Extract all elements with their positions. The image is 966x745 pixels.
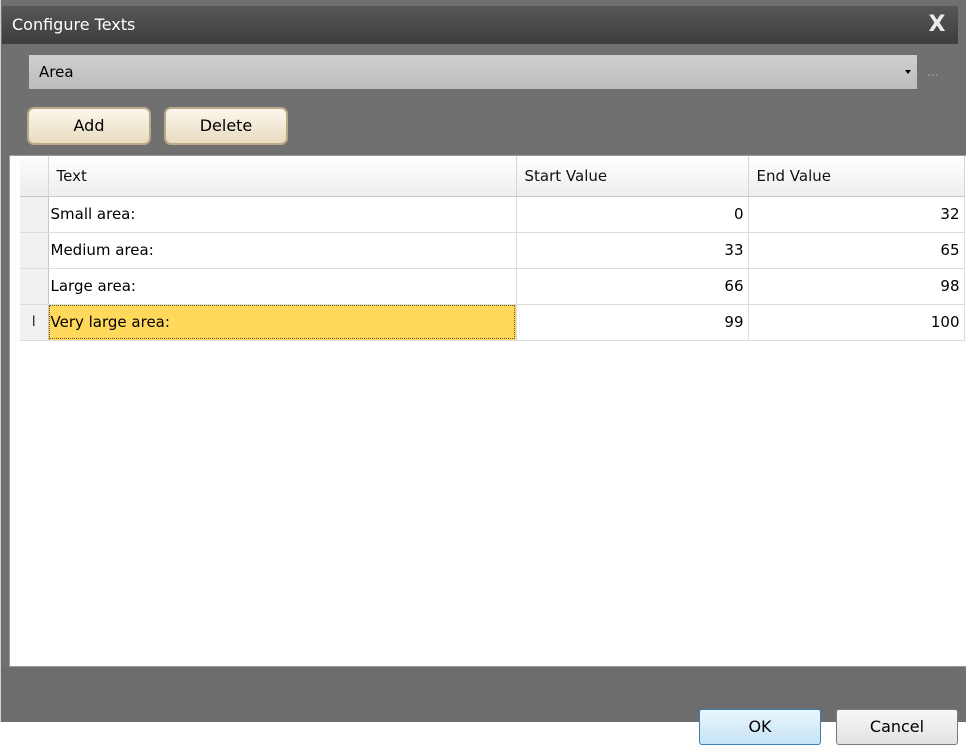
chevron-down-icon[interactable]	[905, 70, 911, 74]
texts-table: Text Start Value End Value Small area: 0…	[20, 156, 965, 341]
header-row: Text Start Value End Value	[20, 156, 965, 197]
row-indicator[interactable]	[20, 196, 49, 233]
row-indicator[interactable]	[20, 268, 49, 305]
add-button[interactable]: Add	[27, 107, 151, 145]
text-cell[interactable]: Medium area:	[48, 232, 517, 269]
start-value-cell[interactable]: 99	[516, 304, 749, 341]
row-indicator-header	[20, 156, 49, 197]
column-header-end-value[interactable]: End Value	[748, 156, 965, 197]
table-row[interactable]: Medium area: 33 65	[20, 232, 965, 269]
end-value-cell[interactable]: 98	[748, 268, 965, 305]
edit-cursor-icon[interactable]: I	[20, 304, 49, 341]
title-bar[interactable]: Configure Texts X	[2, 6, 958, 44]
text-cell-editing[interactable]: Very large area:	[48, 304, 517, 341]
texts-grid: Text Start Value End Value Small area: 0…	[9, 155, 966, 667]
ok-button[interactable]: OK	[699, 709, 821, 745]
table-row[interactable]: Small area: 0 32	[20, 196, 965, 233]
text-cell[interactable]: Large area:	[48, 268, 517, 305]
text-cell[interactable]: Small area:	[48, 196, 517, 233]
end-value-cell[interactable]: 100	[748, 304, 965, 341]
cancel-button[interactable]: Cancel	[836, 709, 958, 745]
end-value-cell[interactable]: 32	[748, 196, 965, 233]
ellipsis-button[interactable]: ...	[925, 62, 941, 82]
delete-button[interactable]: Delete	[164, 107, 288, 145]
start-value-cell[interactable]: 0	[516, 196, 749, 233]
column-header-text[interactable]: Text	[48, 156, 517, 197]
start-value-cell[interactable]: 66	[516, 268, 749, 305]
dialog-footer: OK Cancel	[2, 667, 958, 745]
start-value-cell[interactable]: 33	[516, 232, 749, 269]
dialog-title: Configure Texts	[12, 15, 136, 34]
close-icon[interactable]: X	[926, 12, 948, 38]
end-value-cell[interactable]: 65	[748, 232, 965, 269]
column-header-start-value[interactable]: Start Value	[516, 156, 749, 197]
row-indicator[interactable]	[20, 232, 49, 269]
table-row-selected[interactable]: I Very large area: 99 100	[20, 304, 965, 341]
configure-texts-dialog: Configure Texts X Area ... Add Delete Te…	[0, 0, 966, 745]
category-dropdown[interactable]: Area	[29, 55, 917, 89]
table-row[interactable]: Large area: 66 98	[20, 268, 965, 305]
dropdown-value: Area	[39, 63, 74, 81]
